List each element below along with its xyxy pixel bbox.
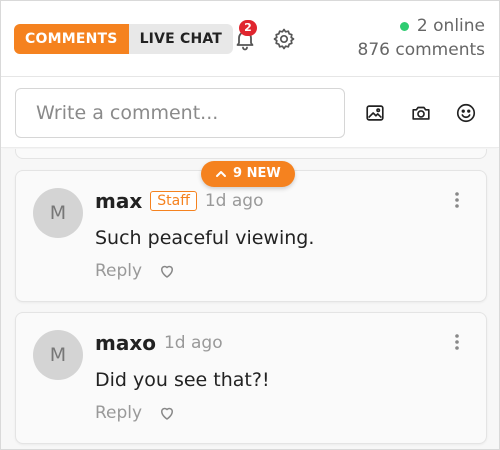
comment-feed[interactable]: 9 NEW M max Staff 1d ago Such peaceful v… xyxy=(1,149,499,449)
heart-icon[interactable] xyxy=(158,262,176,280)
online-count: 2 online xyxy=(416,16,485,36)
heart-icon[interactable] xyxy=(158,404,176,422)
smiley-icon[interactable] xyxy=(455,102,477,124)
reply-button[interactable]: Reply xyxy=(95,261,142,281)
more-options-icon[interactable] xyxy=(454,191,460,209)
header: COMMENTS LIVE CHAT 2 2 online 876 commen… xyxy=(1,1,499,77)
reply-button[interactable]: Reply xyxy=(95,403,142,423)
comment-meta: max Staff 1d ago xyxy=(95,189,263,213)
comment-actions: Reply xyxy=(95,261,176,281)
gear-icon[interactable] xyxy=(272,27,296,51)
camera-icon[interactable] xyxy=(410,102,432,124)
comment-text: Such peaceful viewing. xyxy=(95,227,315,249)
comment-card: M max Staff 1d ago Such peaceful viewing… xyxy=(15,170,487,302)
new-comments-label: 9 NEW xyxy=(233,166,281,181)
comments-widget: COMMENTS LIVE CHAT 2 2 online 876 commen… xyxy=(0,0,500,450)
compose-area xyxy=(1,78,499,148)
comment-card-partial xyxy=(15,149,487,159)
comment-card: M maxo 1d ago Did you see that?! Reply xyxy=(15,312,487,444)
new-comments-button[interactable]: 9 NEW xyxy=(201,161,295,187)
image-icon[interactable] xyxy=(364,102,386,124)
staff-badge: Staff xyxy=(150,191,197,211)
tab-bar: COMMENTS LIVE CHAT xyxy=(14,24,234,54)
avatar[interactable]: M xyxy=(33,330,83,380)
comment-count: 876 comments xyxy=(357,40,485,60)
avatar[interactable]: M xyxy=(33,188,83,238)
comment-actions: Reply xyxy=(95,403,176,423)
online-indicator xyxy=(399,21,409,31)
chevron-up-icon xyxy=(216,171,226,177)
comment-author[interactable]: maxo xyxy=(95,331,156,355)
tab-live-chat[interactable]: LIVE CHAT xyxy=(128,24,234,54)
comment-time: 1d ago xyxy=(204,191,264,211)
comment-meta: maxo 1d ago xyxy=(95,331,223,355)
tab-comments[interactable]: COMMENTS xyxy=(14,24,129,54)
comment-input[interactable] xyxy=(15,88,345,138)
comment-text: Did you see that?! xyxy=(95,369,270,391)
notification-badge: 2 xyxy=(239,20,257,36)
comment-time: 1d ago xyxy=(163,333,223,353)
comment-author[interactable]: max xyxy=(95,189,142,213)
more-options-icon[interactable] xyxy=(454,333,460,351)
online-status: 2 online xyxy=(399,16,485,36)
